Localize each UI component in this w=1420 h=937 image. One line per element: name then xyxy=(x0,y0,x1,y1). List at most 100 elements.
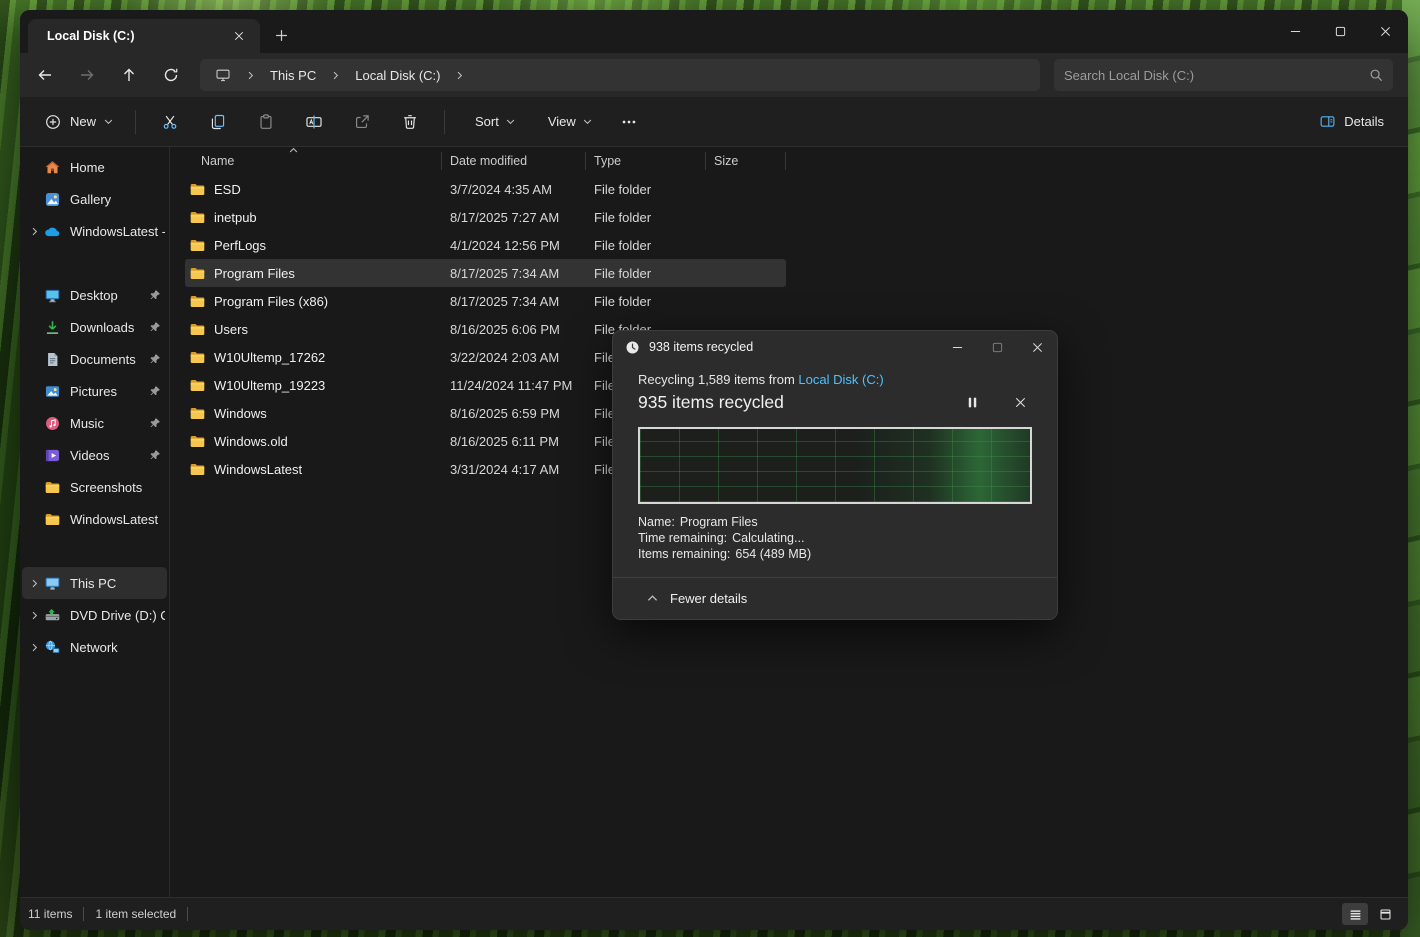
column-header-name[interactable]: Name xyxy=(185,152,442,170)
breadcrumb-this-pc[interactable]: This PC xyxy=(261,62,325,88)
more-options-button[interactable] xyxy=(609,105,649,139)
pause-button[interactable] xyxy=(960,390,984,414)
sidebar-item-this-pc[interactable]: This PC xyxy=(22,567,167,599)
expand-chevron-icon[interactable] xyxy=(24,611,44,620)
table-row[interactable]: PerfLogs 4/1/2024 12:56 PM File folder xyxy=(185,231,786,259)
sort-label: Sort xyxy=(475,114,499,129)
search-box[interactable] xyxy=(1054,59,1393,91)
sidebar-item-label: Screenshots xyxy=(70,480,142,495)
paste-button[interactable] xyxy=(246,105,286,139)
tab-title: Local Disk (C:) xyxy=(47,29,219,43)
dialog-minimize-button[interactable] xyxy=(937,331,977,363)
gallery-icon xyxy=(44,191,62,208)
file-type: File folder xyxy=(586,238,706,253)
close-tab-icon[interactable] xyxy=(228,25,250,47)
sidebar-item-home[interactable]: Home xyxy=(22,151,167,183)
details-view-toggle[interactable] xyxy=(1342,903,1368,925)
delete-button[interactable] xyxy=(390,105,430,139)
column-header-size[interactable]: Size xyxy=(706,152,786,170)
sidebar-item-documents[interactable]: Documents xyxy=(22,343,167,375)
transfer-speed-graph xyxy=(638,427,1032,504)
details-pane-button[interactable]: Details xyxy=(1307,105,1396,139)
home-icon xyxy=(44,159,62,176)
sidebar-item-screenshots[interactable]: Screenshots xyxy=(22,471,167,503)
breadcrumb[interactable]: This PC Local Disk (C:) xyxy=(200,59,1040,91)
share-button[interactable] xyxy=(342,105,382,139)
sidebar-item-videos[interactable]: Videos xyxy=(22,439,167,471)
table-row[interactable]: Program Files (x86) 8/17/2025 7:34 AM Fi… xyxy=(185,287,786,315)
up-button[interactable] xyxy=(108,58,150,92)
table-row[interactable]: ESD 3/7/2024 4:35 AM File folder xyxy=(185,175,786,203)
expand-chevron-icon[interactable] xyxy=(24,227,44,236)
dialog-close-button[interactable] xyxy=(1017,331,1057,363)
file-name: WindowsLatest xyxy=(214,462,302,477)
recycling-summary: Recycling 1,589 items from Local Disk (C… xyxy=(638,372,1032,387)
expand-chevron-icon[interactable] xyxy=(24,643,44,652)
sidebar-item-pictures[interactable]: Pictures xyxy=(22,375,167,407)
sidebar-item-windowslatest-pe[interactable]: WindowsLatest - Pe xyxy=(22,215,167,247)
table-row[interactable]: Program Files 8/17/2025 7:34 AM File fol… xyxy=(185,259,786,287)
sidebar-item-label: Downloads xyxy=(70,320,134,335)
sidebar-item-label: Home xyxy=(70,160,105,175)
chevron-down-icon xyxy=(104,117,113,126)
details-label: Details xyxy=(1344,114,1384,129)
minimize-button[interactable] xyxy=(1273,10,1318,53)
sidebar-item-downloads[interactable]: Downloads xyxy=(22,311,167,343)
chevron-right-icon[interactable] xyxy=(327,71,344,80)
file-date-modified: 8/16/2025 6:11 PM xyxy=(442,434,586,449)
folder-icon xyxy=(189,321,206,338)
sidebar-item-label: Music xyxy=(70,416,104,431)
sidebar-item-gallery[interactable]: Gallery xyxy=(22,183,167,215)
search-input[interactable] xyxy=(1064,68,1369,83)
sidebar-item-network[interactable]: Network xyxy=(22,631,167,663)
sidebar-item-music[interactable]: Music xyxy=(22,407,167,439)
new-label: New xyxy=(70,114,96,129)
rename-button[interactable] xyxy=(294,105,334,139)
chevron-right-icon[interactable] xyxy=(242,71,259,80)
sidebar-item-dvd-drive-d-ccc[interactable]: DVD Drive (D:) CCC xyxy=(22,599,167,631)
maximize-button[interactable] xyxy=(1318,10,1363,53)
sidebar-item-label: Videos xyxy=(70,448,110,463)
column-header-type[interactable]: Type xyxy=(586,152,706,170)
this-pc-icon[interactable] xyxy=(206,62,240,88)
refresh-button[interactable] xyxy=(150,58,192,92)
forward-button[interactable] xyxy=(66,58,108,92)
sidebar-item-label: This PC xyxy=(70,576,116,591)
cancel-button[interactable] xyxy=(1008,390,1032,414)
expand-chevron-icon[interactable] xyxy=(24,579,44,588)
breadcrumb-local-disk[interactable]: Local Disk (C:) xyxy=(346,62,449,88)
fewer-details-toggle[interactable]: Fewer details xyxy=(613,577,1057,619)
sort-ascending-icon xyxy=(289,144,298,158)
new-button[interactable]: New xyxy=(32,105,125,139)
name-value: Program Files xyxy=(680,515,758,529)
file-date-modified: 3/7/2024 4:35 AM xyxy=(442,182,586,197)
sidebar-item-desktop[interactable]: Desktop xyxy=(22,279,167,311)
status-divider xyxy=(83,907,84,921)
pin-icon xyxy=(149,353,161,365)
downloads-icon xyxy=(44,319,62,336)
file-date-modified: 3/22/2024 2:03 AM xyxy=(442,350,586,365)
onedrive-icon xyxy=(44,223,62,240)
search-icon[interactable] xyxy=(1369,68,1383,82)
local-disk-link[interactable]: Local Disk (C:) xyxy=(798,372,883,387)
new-tab-button[interactable] xyxy=(266,20,296,50)
dialog-title: 938 items recycled xyxy=(649,340,928,354)
copy-button[interactable] xyxy=(198,105,238,139)
pin-icon xyxy=(149,289,161,301)
close-window-button[interactable] xyxy=(1363,10,1408,53)
view-button[interactable]: View xyxy=(531,105,602,139)
column-header-date-modified[interactable]: Date modified xyxy=(442,152,586,170)
chevron-right-icon[interactable] xyxy=(451,71,468,80)
toolbar-divider xyxy=(444,110,445,134)
large-thumbnails-view-toggle[interactable] xyxy=(1372,903,1398,925)
tab-local-disk[interactable]: Local Disk (C:) xyxy=(28,19,260,53)
folder-icon xyxy=(189,349,206,366)
cut-button[interactable] xyxy=(150,105,190,139)
sidebar-item-windowslatest[interactable]: WindowsLatest xyxy=(22,503,167,535)
sidebar-item-label: Gallery xyxy=(70,192,111,207)
table-row[interactable]: inetpub 8/17/2025 7:27 AM File folder xyxy=(185,203,786,231)
back-button[interactable] xyxy=(24,58,66,92)
sort-button[interactable]: Sort xyxy=(458,105,525,139)
folder-icon xyxy=(189,405,206,422)
dialog-maximize-button[interactable] xyxy=(977,331,1017,363)
